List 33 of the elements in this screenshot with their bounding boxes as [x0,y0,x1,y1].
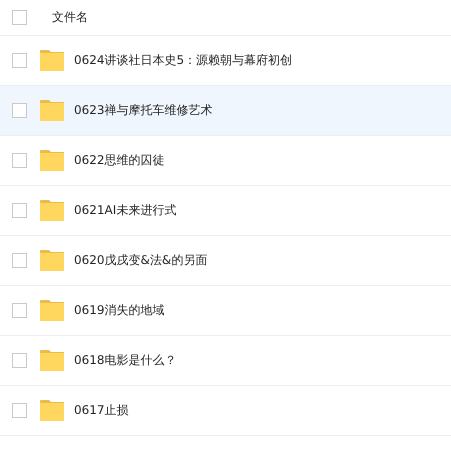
file-name[interactable]: 0620戊戌变&法&的另面 [74,252,208,269]
file-row[interactable]: 0623禅与摩托车维修艺术 [0,86,451,136]
checkbox[interactable] [12,203,27,218]
folder-icon [40,150,64,171]
column-header[interactable]: 文件名 [52,9,88,26]
checkbox[interactable] [12,353,27,368]
checkbox[interactable] [12,103,27,118]
checkbox[interactable] [12,303,27,318]
file-name[interactable]: 0621AI未来进行式 [74,202,176,219]
file-name[interactable]: 0619消失的地域 [74,302,165,319]
file-name[interactable]: 0622思维的囚徒 [74,152,165,169]
file-name[interactable]: 0617止损 [74,402,129,419]
checkbox[interactable] [12,253,27,268]
checkbox[interactable] [12,153,27,168]
file-row[interactable]: 0618电影是什么？ [0,336,451,386]
folder-icon [40,200,64,221]
folder-icon [40,250,64,271]
folder-icon [40,50,64,71]
file-row[interactable]: 0620戊戌变&法&的另面 [0,236,451,286]
file-row[interactable]: 0619消失的地域 [0,286,451,336]
folder-icon [40,350,64,371]
file-row[interactable]: 0617止损 [0,386,451,436]
checkbox[interactable] [12,403,27,418]
file-row[interactable]: 0622思维的囚徒 [0,136,451,186]
folder-icon [40,400,64,421]
checkbox[interactable] [12,53,27,68]
file-name[interactable]: 0623禅与摩托车维修艺术 [74,102,213,119]
checkbox[interactable] [12,10,27,25]
folder-icon [40,100,64,121]
file-name[interactable]: 0618电影是什么？ [74,352,177,369]
file-name[interactable]: 0624讲谈社日本史5：源赖朝与幕府初创 [74,52,292,69]
folder-icon [40,300,64,321]
file-row[interactable]: 0621AI未来进行式 [0,186,451,236]
